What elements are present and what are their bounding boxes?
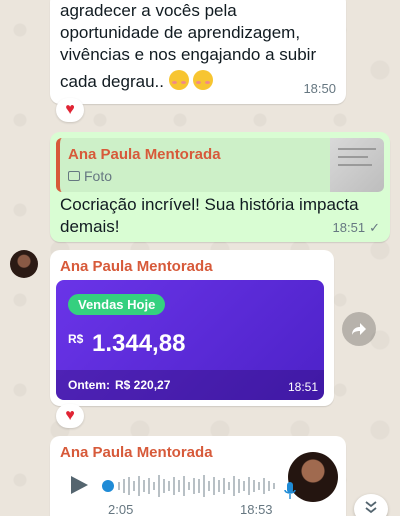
message-time: 18:51	[332, 220, 366, 235]
sales-yesterday-bar: Ontem: R$ 220,27	[56, 370, 324, 400]
heart-reaction[interactable]: ♥	[56, 404, 84, 428]
voice-duration: 2:05	[108, 502, 134, 516]
message-time: 18:50	[303, 81, 336, 96]
sales-amount: 1.344,88	[92, 330, 186, 357]
scroll-to-bottom-button[interactable]	[354, 494, 388, 516]
message-text: agradecer a vocês pela oportunidade de a…	[60, 0, 340, 93]
message-time: 18:51	[287, 380, 318, 394]
sales-yesterday-value: R$ 220,27	[115, 378, 171, 392]
chevron-double-down-icon	[365, 501, 377, 514]
quoted-message[interactable]: Ana Paula Mentorada Foto	[56, 138, 384, 192]
sales-badge: Vendas Hoje	[68, 294, 166, 315]
voice-waveform[interactable]	[118, 473, 278, 499]
microphone-icon	[284, 482, 296, 499]
heart-icon: ♥	[65, 101, 75, 118]
message-time: 18:53	[240, 502, 273, 516]
play-icon	[71, 476, 88, 494]
sent-check-icon: ✓	[369, 220, 380, 235]
heart-icon: ♥	[65, 407, 75, 424]
sales-yesterday-label: Ontem:	[68, 378, 110, 392]
voice-progress-knob[interactable]	[102, 480, 114, 492]
sales-card-image[interactable]: Vendas Hoje R$ 1.344,88 Ontem: R$ 220,27…	[56, 280, 324, 400]
photo-icon	[68, 171, 80, 181]
message-bubble-incoming[interactable]: Ana Paula Mentorada 2:05 18:53	[50, 436, 346, 516]
message-meta: 18:51 ✓	[333, 220, 380, 236]
quoted-photo-thumbnail	[330, 138, 384, 192]
sender-name: Ana Paula Mentorada	[60, 444, 213, 461]
play-button[interactable]	[68, 474, 90, 496]
sales-currency: R$	[68, 332, 84, 346]
smiling-face-with-hearts-emoji	[193, 70, 214, 90]
heart-reaction[interactable]: ♥	[56, 98, 84, 122]
forward-button[interactable]	[342, 312, 376, 346]
sender-avatar[interactable]	[10, 250, 38, 278]
quoted-type: Foto	[68, 168, 112, 184]
message-text: Cocriação incrível! Sua história impacta…	[60, 195, 359, 236]
forward-icon	[352, 323, 366, 335]
message-bubble-incoming[interactable]: Ana Paula Mentorada Vendas Hoje R$ 1.344…	[50, 250, 334, 406]
quoted-type-label: Foto	[84, 168, 113, 184]
sender-name: Ana Paula Mentorada	[60, 258, 213, 275]
message-bubble-incoming[interactable]: agradecer a vocês pela oportunidade de a…	[50, 0, 346, 104]
message-bubble-outgoing[interactable]: Ana Paula Mentorada Foto Cocriação incrí…	[50, 132, 390, 242]
smiling-face-with-hearts-emoji	[168, 70, 189, 90]
quoted-sender-name: Ana Paula Mentorada	[68, 146, 221, 163]
